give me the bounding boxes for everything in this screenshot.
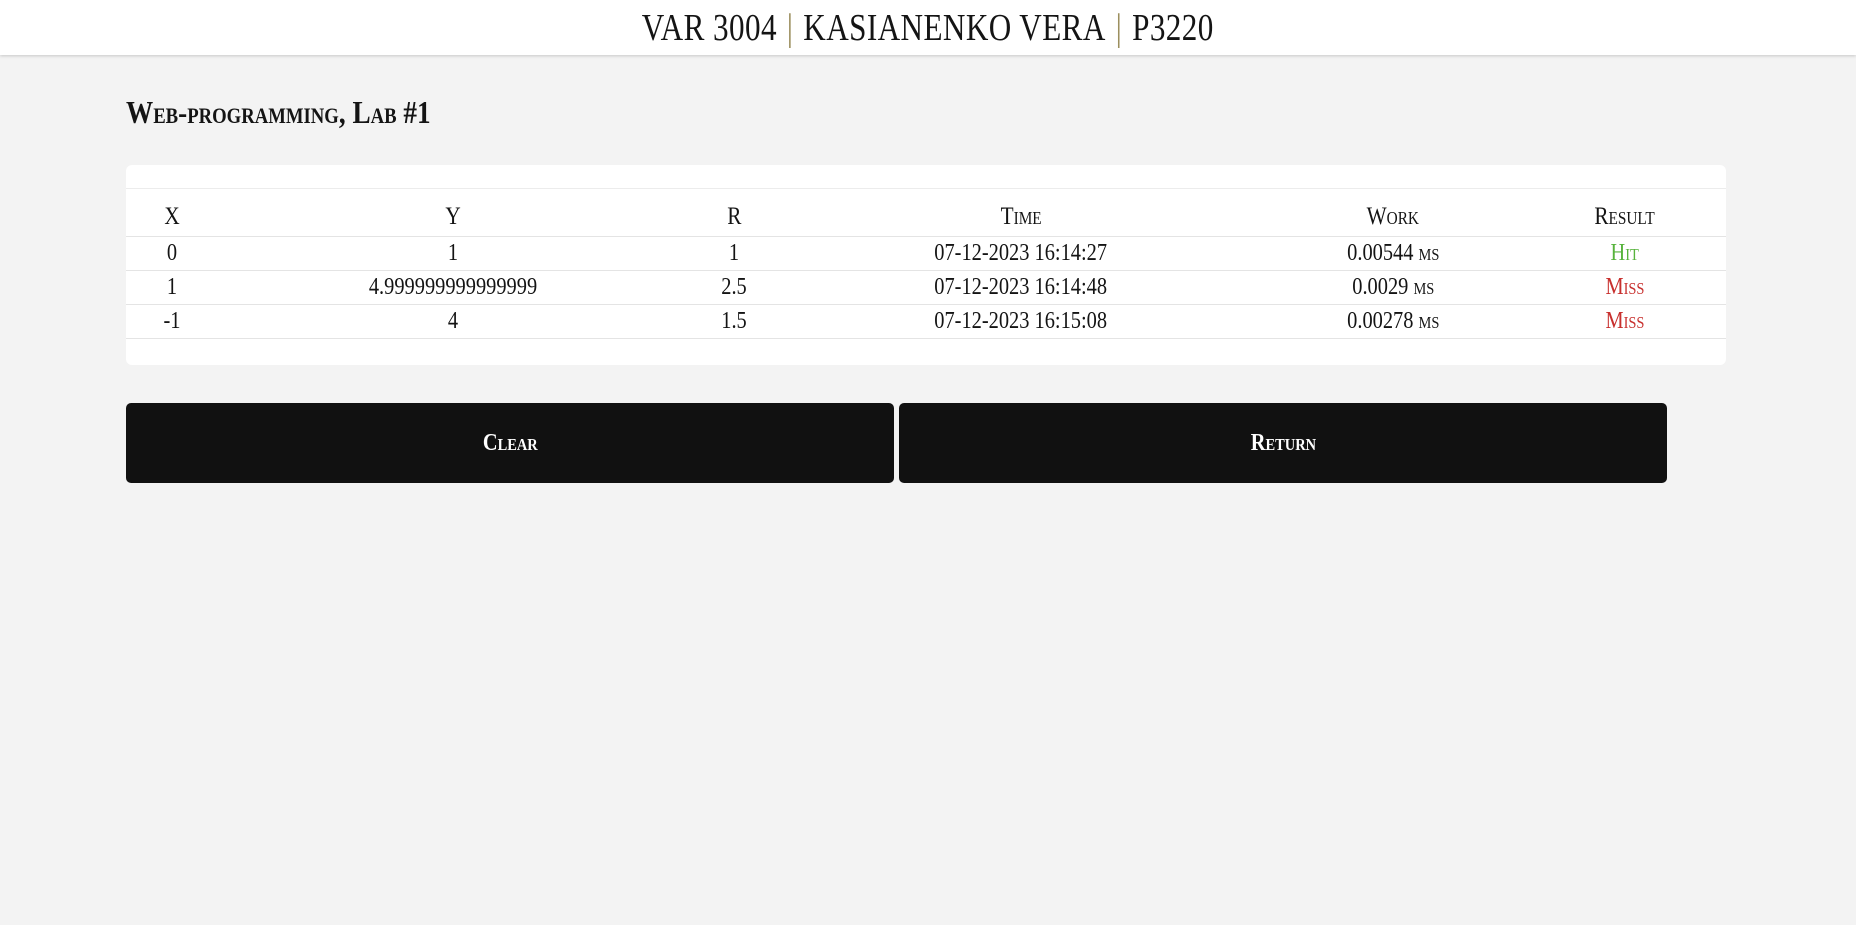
cell-work: 0.00544 ms xyxy=(1346,240,1440,266)
cell-x: 0 xyxy=(166,240,178,266)
results-table-card: X Y R Time Work Result 0 1 1 07-12-2023 … xyxy=(126,165,1726,365)
column-header-r: R xyxy=(726,202,742,230)
return-button[interactable]: Return xyxy=(899,403,1667,483)
cell-time: 07-12-2023 16:15:08 xyxy=(934,308,1108,334)
cell-time: 07-12-2023 16:14:27 xyxy=(934,240,1108,266)
cell-r: 1.5 xyxy=(721,308,747,334)
header-author: KASIANENKO VERA xyxy=(803,6,1106,49)
page-title: Web-programming, Lab #1 xyxy=(126,94,431,130)
header-separator: | xyxy=(1115,6,1123,49)
clear-button[interactable]: Clear xyxy=(126,403,894,483)
cell-y: 4.999999999999999 xyxy=(368,274,538,300)
table-row: 0 1 1 07-12-2023 16:14:27 0.00544 ms Hit xyxy=(126,237,1726,271)
header-title: VAR 3004 | KASIANENKO VERA | P3220 xyxy=(642,6,1214,50)
cell-result: Hit xyxy=(1524,237,1726,271)
column-header-time: Time xyxy=(1000,202,1042,230)
result-miss: Miss xyxy=(1605,274,1645,300)
results-table: X Y R Time Work Result 0 1 1 07-12-2023 … xyxy=(126,188,1726,339)
cell-y: 4 xyxy=(447,308,459,334)
header-variant: VAR 3004 xyxy=(641,6,778,49)
cell-work: 0.00278 ms xyxy=(1346,308,1440,334)
header-group: P3220 xyxy=(1132,6,1215,49)
cell-x: -1 xyxy=(163,308,181,334)
cell-result: Miss xyxy=(1524,271,1726,305)
top-header: VAR 3004 | KASIANENKO VERA | P3220 xyxy=(0,0,1856,55)
cell-r: 2.5 xyxy=(721,274,747,300)
cell-r: 1 xyxy=(728,240,740,266)
cell-time: 07-12-2023 16:14:48 xyxy=(934,274,1108,300)
table-header-row: X Y R Time Work Result xyxy=(126,188,1726,237)
table-row: -1 4 1.5 07-12-2023 16:15:08 0.00278 ms … xyxy=(126,305,1726,339)
result-hit: Hit xyxy=(1610,240,1640,266)
result-miss: Miss xyxy=(1605,308,1645,334)
cell-x: 1 xyxy=(166,274,178,300)
column-header-y: Y xyxy=(445,202,461,230)
table-row: 1 4.999999999999999 2.5 07-12-2023 16:14… xyxy=(126,271,1726,305)
column-header-result: Result xyxy=(1594,202,1656,230)
column-header-work: Work xyxy=(1366,202,1420,230)
cell-result: Miss xyxy=(1524,305,1726,339)
cell-y: 1 xyxy=(447,240,459,266)
column-header-x: X xyxy=(164,202,180,230)
header-separator: | xyxy=(787,6,794,49)
cell-work: 0.0029 ms xyxy=(1351,274,1435,300)
